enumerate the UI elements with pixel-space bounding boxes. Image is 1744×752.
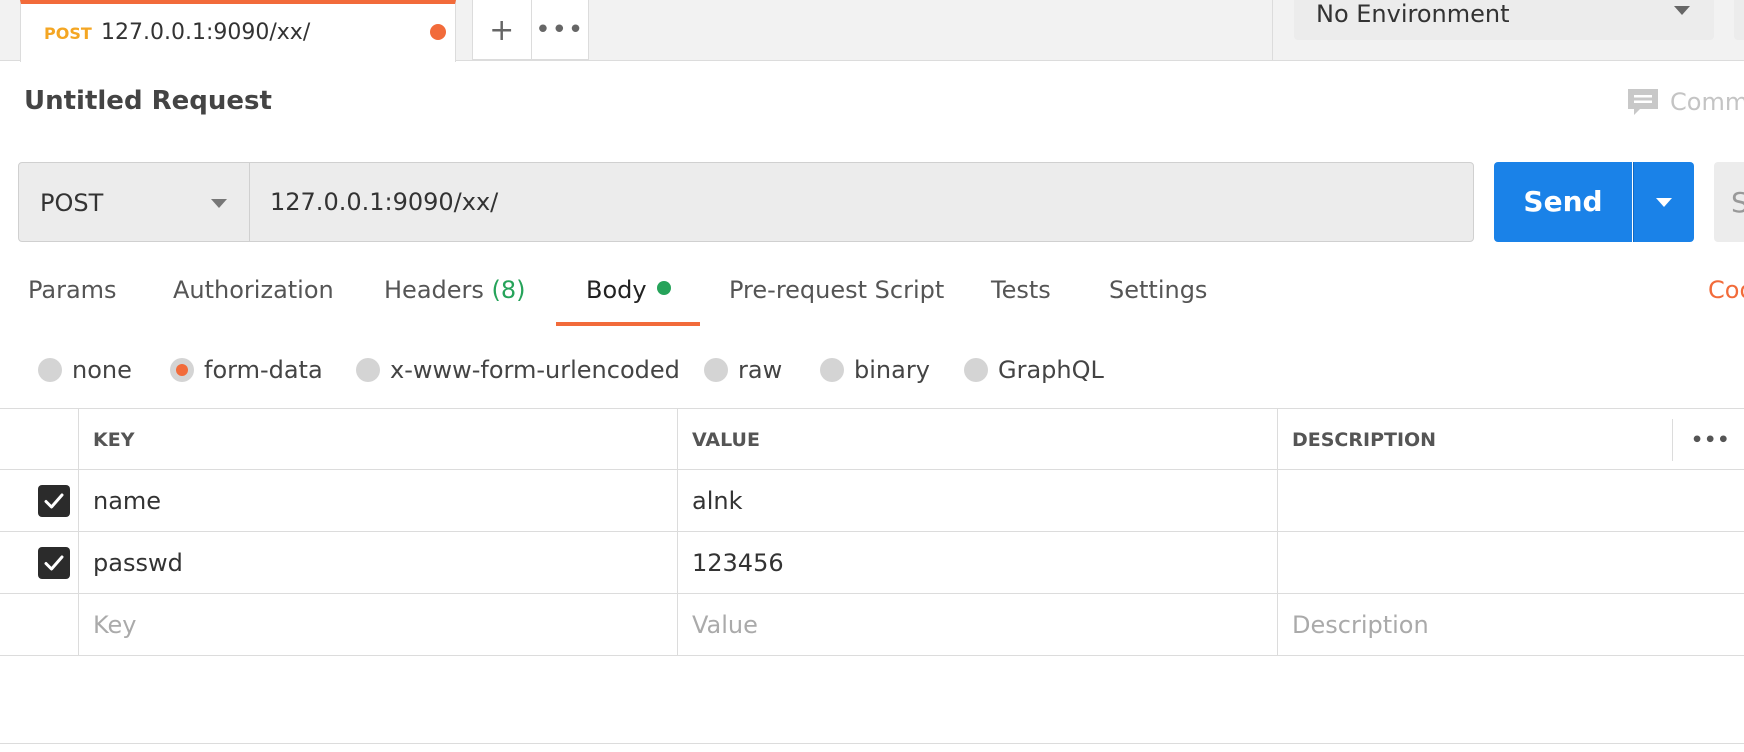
tab-authorization[interactable]: Authorization [173,276,334,304]
tab-options-button[interactable]: ••• [530,0,589,60]
body-mode-label: raw [738,356,783,384]
save-button-label: S [1731,186,1744,219]
tab-settings[interactable]: Settings [1109,276,1207,304]
comments-label: Comm [1670,88,1744,116]
body-mode-x-www-form-urlencoded[interactable]: x-www-form-urlencoded [356,352,680,388]
divider [1272,0,1273,60]
radio-icon [38,358,62,382]
divider [0,743,1744,744]
body-mode-graphql[interactable]: GraphQL [964,352,1104,388]
chevron-down-icon [1674,6,1690,15]
code-link[interactable]: Coo [1708,276,1744,304]
radio-icon [704,358,728,382]
environment-select-label: No Environment [1316,0,1510,28]
body-mode-form-data[interactable]: form-data [170,352,323,388]
tab-body[interactable]: Body [586,276,671,304]
send-button[interactable]: Send [1494,162,1632,242]
checkmark-icon [44,555,64,571]
body-mode-label: x-www-form-urlencoded [390,356,680,384]
row-enabled-checkbox[interactable] [38,485,70,517]
request-tab-url: 127.0.0.1:9090/xx/ [101,20,311,45]
radio-selected-icon [170,358,194,382]
headers-count-badge: (8) [491,276,526,304]
column-header-value: VALUE [677,409,1277,471]
tab-headers[interactable]: Headers (8) [384,276,526,304]
active-tab-indicator [556,322,700,326]
table-row: passwd 123456 [0,532,1744,594]
unsaved-changes-dot-icon[interactable] [430,24,446,40]
column-header-key: KEY [78,409,677,471]
request-tabs: Params Authorization Headers (8) Body Pr… [0,276,1744,326]
body-mode-label: GraphQL [998,356,1104,384]
row-value-cell[interactable]: 123456 [677,532,1277,594]
send-options-button[interactable] [1633,162,1694,242]
bulk-edit-options-button[interactable]: ••• [1672,419,1744,461]
column-header-description: DESCRIPTION [1277,409,1672,471]
method-select[interactable]: POST [18,162,250,242]
form-data-table: KEY VALUE DESCRIPTION ••• name alnk pass… [0,408,1744,656]
tab-body-label: Body [586,276,647,304]
new-key-input[interactable]: Key [78,594,677,656]
body-mode-label: binary [854,356,930,384]
table-row: name alnk [0,470,1744,532]
body-mode-options: none form-data x-www-form-urlencoded raw… [0,352,1200,388]
tab-headers-label: Headers [384,276,484,304]
tab-params[interactable]: Params [28,276,117,304]
row-key-cell[interactable]: passwd [78,532,677,594]
row-enabled-checkbox[interactable] [38,547,70,579]
tab-actions: + ••• [472,0,589,60]
radio-icon [820,358,844,382]
request-title[interactable]: Untitled Request [24,86,272,116]
radio-icon [964,358,988,382]
table-header-row: KEY VALUE DESCRIPTION ••• [0,408,1744,471]
chevron-down-icon [211,199,227,208]
tab-bar: POST 127.0.0.1:9090/xx/ + ••• No Environ… [0,0,1744,62]
new-value-input[interactable]: Value [677,594,1277,656]
method-select-label: POST [40,189,104,217]
radio-icon [356,358,380,382]
body-mode-binary[interactable]: binary [820,352,930,388]
body-mode-label: form-data [204,356,323,384]
body-mode-none[interactable]: none [38,352,132,388]
request-tab[interactable]: POST 127.0.0.1:9090/xx/ [20,0,456,62]
tab-tests[interactable]: Tests [991,276,1051,304]
comment-icon [1628,89,1658,115]
chevron-down-icon [1656,198,1672,207]
row-key-cell[interactable]: name [78,470,677,532]
tab-pre-request-script[interactable]: Pre-request Script [729,276,944,304]
body-content-dot-icon [656,281,671,295]
new-tab-button[interactable]: + [473,0,531,60]
comments-button[interactable]: Comm [1626,84,1744,120]
row-description-cell[interactable] [1277,532,1744,594]
table-row-new: Key Value Description [0,594,1744,656]
new-description-input[interactable]: Description [1277,594,1744,656]
environment-select[interactable]: No Environment [1294,0,1714,40]
body-mode-label: none [72,356,132,384]
request-tab-method: POST [44,24,92,43]
save-button[interactable]: S [1714,162,1744,242]
environment-quick-look-button[interactable] [1734,0,1744,40]
row-value-cell[interactable]: alnk [677,470,1277,532]
url-input[interactable] [249,162,1474,242]
checkmark-icon [44,493,64,509]
row-description-cell[interactable] [1277,470,1744,532]
body-mode-raw[interactable]: raw [704,352,782,388]
